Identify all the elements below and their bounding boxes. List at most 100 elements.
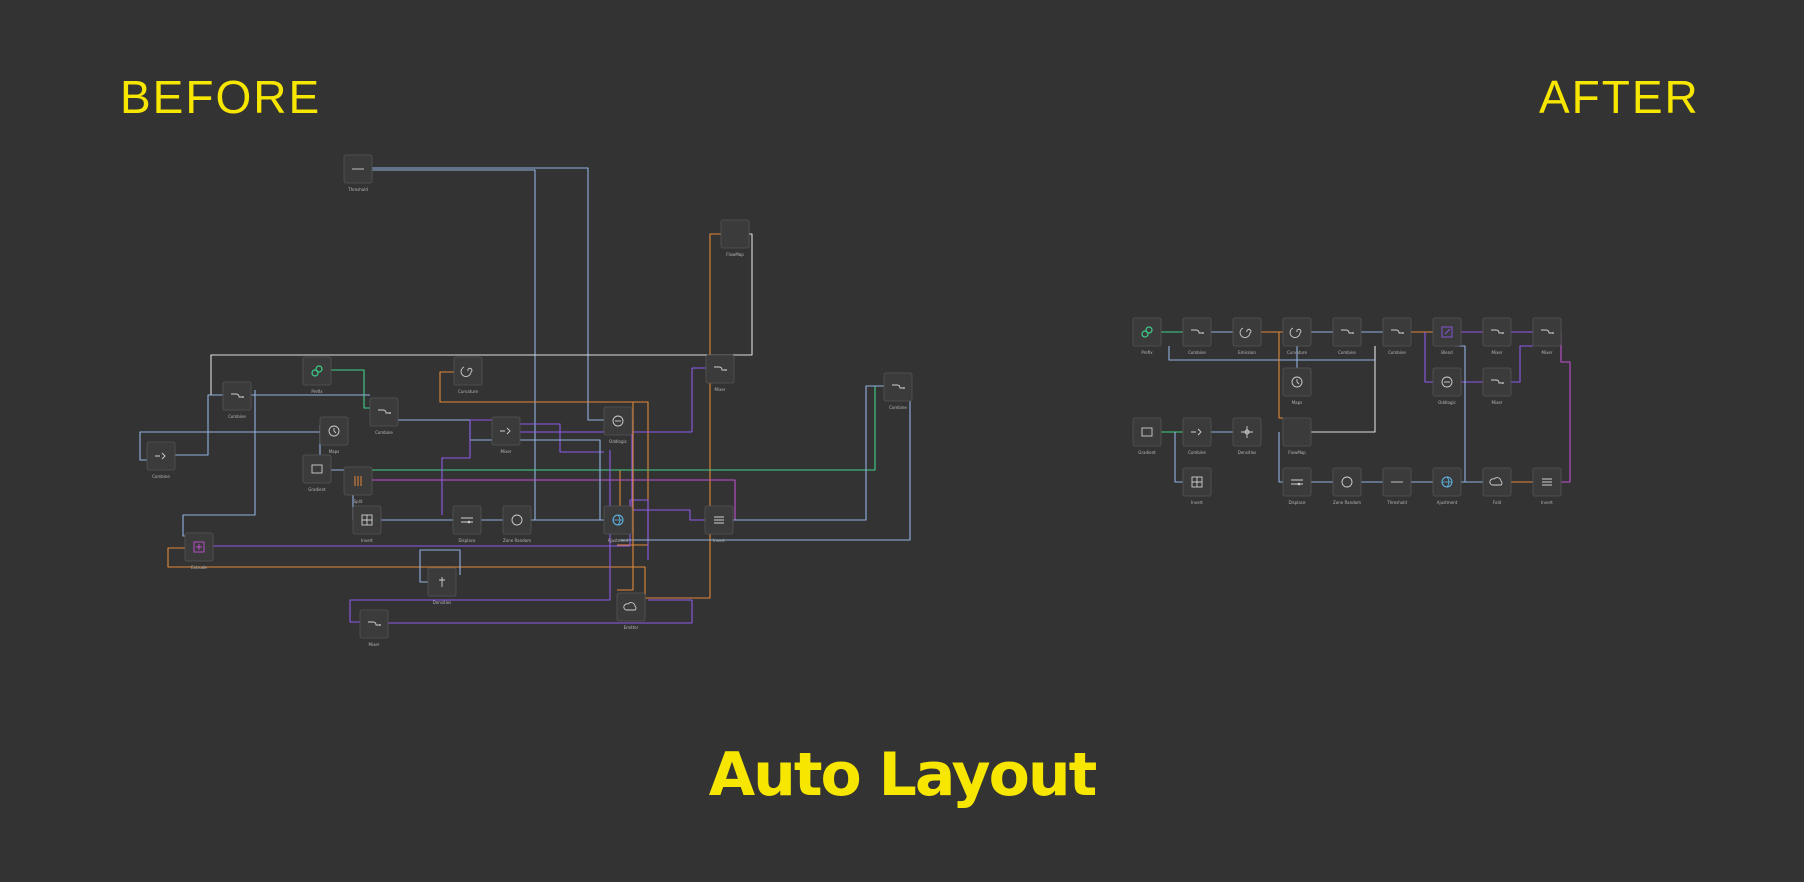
after-node[interactable]: Emission [1232,317,1262,355]
after-node-label: Mixer [1492,350,1503,355]
before-node-box[interactable] [146,441,176,471]
before-node-box[interactable] [302,454,332,484]
after-node[interactable]: Combine [1332,317,1362,355]
after-node[interactable]: Blend [1432,317,1462,355]
before-node-box[interactable] [491,416,521,446]
after-node[interactable]: Prefix [1132,317,1162,355]
before-node[interactable]: Split [343,466,373,504]
after-node[interactable]: Fold [1482,467,1512,505]
after-node[interactable]: Mixer [1532,317,1562,355]
after-node[interactable]: Oddlogic [1432,367,1462,405]
before-node[interactable]: Displace [452,505,482,543]
before-wire [520,423,604,453]
after-node-label: Blend [1441,350,1453,355]
after-node-label: Mixer [1492,400,1503,405]
before-wire [441,419,492,515]
after-node[interactable]: Ajustment [1432,467,1462,505]
before-wire [646,233,748,599]
after-node[interactable]: Gradient [1132,417,1162,455]
after-node[interactable]: Combine [1382,317,1412,355]
before-node[interactable]: Mixer [491,416,521,454]
before-node-box[interactable] [720,219,750,249]
after-node[interactable]: Zone Random [1332,467,1362,505]
after-node-box[interactable] [1482,467,1512,497]
after-node-box[interactable] [1132,417,1162,447]
before-node[interactable]: Combine [222,381,252,419]
before-node-box[interactable] [705,354,735,384]
before-node-label: Prefix [311,389,323,394]
before-node[interactable]: Extrude [184,532,214,570]
before-node[interactable]: Threshold [343,154,373,192]
after-node-box[interactable] [1282,417,1312,447]
after-wire [1511,345,1533,383]
after-node[interactable]: Threshold [1382,467,1412,505]
after-node-label: Displace [1288,500,1306,505]
before-node-label: Extrude [191,565,207,570]
before-node[interactable]: Combine [369,397,399,435]
after-node-box[interactable] [1382,317,1412,347]
after-node-box[interactable] [1332,467,1362,497]
before-node[interactable]: FlowMap [720,219,750,257]
after-wire [1560,332,1571,483]
before-node[interactable]: Combine [146,441,176,479]
before-node-label: Mixer [715,387,726,392]
before-node-box[interactable] [359,609,389,639]
before-wire [372,479,736,521]
after-node-label: Curvature [1287,350,1307,355]
after-wire [1174,432,1183,483]
before-node-box[interactable] [222,381,252,411]
before-node[interactable]: Ajustment [603,505,633,543]
after-node-box[interactable] [1182,417,1212,447]
after-node[interactable]: Curvature [1282,317,1312,355]
after-node-label: Invert [1191,500,1203,505]
before-node-box[interactable] [452,505,482,535]
before-node-label: Oddlogic [609,439,627,444]
before-node-label: Invert [361,538,373,543]
nodes: Threshold FlowMap Prefix Curvature Combine Co… [146,154,1562,647]
after-wire [1278,332,1283,419]
wires [139,167,1571,624]
before-node-label: Displace [458,538,476,543]
before-node[interactable]: Invert [704,505,734,543]
after-node[interactable]: Invert [1532,467,1562,505]
node-graph-canvas: Threshold FlowMap Prefix Curvature Combine Co… [139,154,1571,647]
after-node-label: Zone Random [1333,500,1361,505]
after-node-box[interactable] [1482,367,1512,397]
after-node[interactable]: Mixer [1482,317,1512,355]
after-node[interactable]: Invert [1182,467,1212,505]
after-node-box[interactable] [1282,467,1312,497]
before-node[interactable]: Mixer [359,609,389,647]
after-node[interactable]: FlowMap [1282,417,1312,455]
before-node[interactable]: Combine [883,372,913,410]
before-node[interactable]: Prefix [302,356,332,394]
after-node[interactable]: Combine [1182,417,1212,455]
after-node[interactable]: Maps [1282,367,1312,405]
before-node[interactable]: Zone Random [502,505,532,543]
before-node-label: Mixer [369,642,380,647]
before-node-box[interactable] [883,372,913,402]
before-wire [182,390,256,537]
after-node-box[interactable] [1332,317,1362,347]
before-node[interactable]: Emitter [616,592,646,630]
after-node-box[interactable] [1482,317,1512,347]
after-node[interactable]: Densities [1232,417,1262,455]
after-node-label: Invert [1541,500,1553,505]
before-wire [331,369,370,409]
before-node[interactable]: Curvature [453,356,483,394]
before-node-label: Invert [713,538,725,543]
before-node-box[interactable] [369,397,399,427]
before-node[interactable]: Maps [319,416,349,454]
after-node[interactable]: Combine [1182,317,1212,355]
after-node-box[interactable] [1182,317,1212,347]
after-node-label: Combine [1188,350,1206,355]
before-node[interactable]: Oddlogic [603,406,633,444]
before-node[interactable]: Gradient [302,454,332,492]
after-node-label: Densities [1238,450,1257,455]
after-node[interactable]: Mixer [1482,367,1512,405]
after-node-box[interactable] [1532,317,1562,347]
before-node-box[interactable] [616,592,646,622]
before-node-box[interactable] [502,505,532,535]
before-wire [733,385,884,521]
after-node[interactable]: Displace [1282,467,1312,505]
before-node[interactable]: Invert [352,505,382,543]
